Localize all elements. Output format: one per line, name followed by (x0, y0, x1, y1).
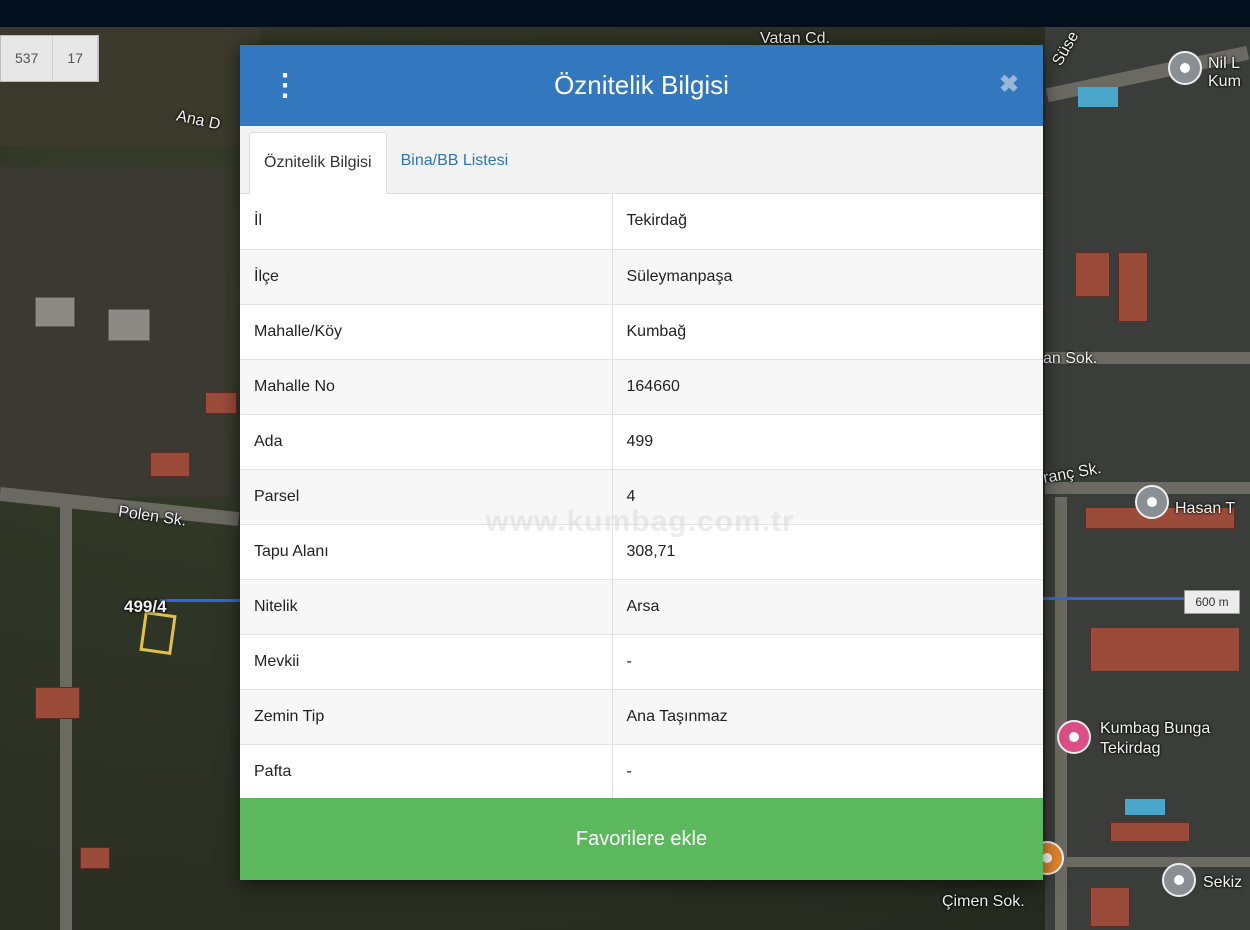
modal-tabs: Öznitelik Bilgisi Bina/BB Listesi (240, 126, 1043, 194)
table-row: Pafta - (240, 744, 1043, 800)
table-row: Mevkii - (240, 634, 1043, 690)
attr-key: Nitelik (240, 579, 613, 635)
attr-key: Pafta (240, 744, 613, 800)
attribute-info-modal: ⋮ Öznitelik Bilgisi ✖ Öznitelik Bilgisi … (240, 45, 1043, 880)
table-row: Tapu Alanı 308,71 (240, 524, 1043, 580)
attr-key: Zemin Tip (240, 689, 613, 745)
attr-key: Parsel (240, 469, 613, 525)
place-pin-icon[interactable] (1162, 863, 1196, 897)
attr-key: Mahalle No (240, 359, 613, 415)
parcel-label: 499/4 (124, 597, 167, 616)
poi-label: Kum (1208, 73, 1241, 90)
tab-building-list[interactable]: Bina/BB Listesi (387, 131, 523, 193)
table-row: İlçe Süleymanpaşa (240, 249, 1043, 305)
building (108, 309, 150, 341)
table-row: Ada 499 (240, 414, 1043, 470)
building (1110, 822, 1190, 842)
attr-value: Tekirdağ (612, 194, 1043, 250)
poi-label: Kumbag Bunga (1100, 720, 1211, 737)
poi-label: Hasan T (1175, 500, 1236, 517)
table-row: Zemin Tip Ana Taşınmaz (240, 689, 1043, 745)
road (1045, 857, 1250, 867)
table-row: İl Tekirdağ (240, 194, 1043, 250)
modal-header: ⋮ Öznitelik Bilgisi ✖ (240, 45, 1043, 126)
add-to-favorites-button[interactable]: Favorilere ekle (240, 798, 1043, 880)
building (35, 687, 80, 719)
attr-key: Tapu Alanı (240, 524, 613, 580)
attr-value: Arsa (612, 579, 1043, 635)
attr-value: 4 (612, 469, 1043, 525)
table-row: Nitelik Arsa (240, 579, 1043, 635)
parcel-highlight[interactable] (139, 610, 177, 656)
table-row: Parsel 4 (240, 469, 1043, 525)
pool (1078, 87, 1118, 107)
attr-key: Mevkii (240, 634, 613, 690)
table-row: Mahalle No 164660 (240, 359, 1043, 415)
more-options-icon[interactable]: ⋮ (270, 69, 300, 103)
building (205, 392, 237, 414)
building (1090, 627, 1240, 672)
place-pin-icon[interactable] (1168, 51, 1202, 85)
top-bar (0, 0, 1250, 27)
scale-line (160, 599, 240, 602)
poi-label: Sekiz (1203, 874, 1243, 891)
place-pin-icon[interactable] (1135, 485, 1169, 519)
attr-value: - (612, 744, 1043, 800)
attr-value: Süleymanpaşa (612, 249, 1043, 305)
building (1118, 252, 1148, 322)
hotel-pin-icon[interactable] (1057, 720, 1091, 754)
attr-key: Ada (240, 414, 613, 470)
attr-value: Ana Taşınmaz (612, 689, 1043, 745)
attr-value: 308,71 (612, 524, 1043, 580)
scale-line (1043, 597, 1184, 600)
tab-attribute-info[interactable]: Öznitelik Bilgisi (249, 132, 387, 194)
attr-value: - (612, 634, 1043, 690)
attr-value: 164660 (612, 359, 1043, 415)
attr-key: Mahalle/Köy (240, 304, 613, 360)
building (1075, 252, 1110, 297)
table-row: Mahalle/Köy Kumbağ (240, 304, 1043, 360)
modal-title: Öznitelik Bilgisi (554, 70, 729, 100)
road-label: Çimen Sok. (942, 893, 1025, 910)
attr-value: Kumbağ (612, 304, 1043, 360)
building (35, 297, 75, 327)
coord-value: 537 (1, 36, 54, 81)
poi-label: Nil L (1208, 55, 1241, 72)
building (150, 452, 190, 477)
coord-value: 17 (53, 36, 98, 81)
coordinate-box: 537 17 (0, 35, 99, 82)
close-icon[interactable]: ✖ (997, 73, 1021, 97)
attr-value: 499 (612, 414, 1043, 470)
pool (1125, 799, 1165, 815)
poi-label: Tekirdag (1100, 740, 1161, 757)
road-label: an Sok. (1043, 350, 1098, 367)
attribute-table: İl Tekirdağ İlçe Süleymanpaşa Mahalle/Köy K… (240, 194, 1043, 800)
attr-key: İl (240, 194, 613, 250)
attr-key: İlçe (240, 249, 613, 305)
building (1090, 887, 1130, 927)
scale-badge: 600 m (1184, 590, 1240, 614)
building (80, 847, 110, 869)
